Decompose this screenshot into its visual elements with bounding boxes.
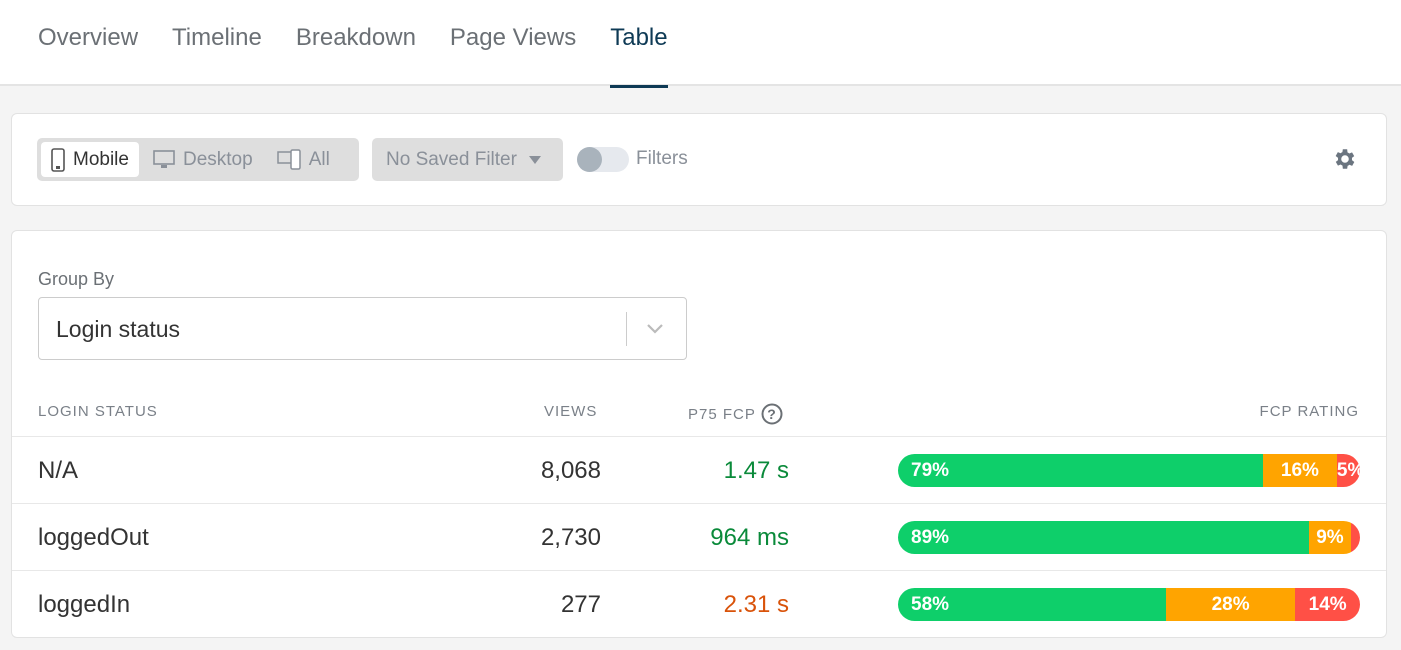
bar-good-segment: 79% [898, 454, 1263, 487]
tab-overview[interactable]: Overview [38, 0, 138, 86]
device-label: All [308, 148, 330, 170]
fcp-rating-bar: 58% 28% 14% [898, 588, 1360, 621]
table-row[interactable]: loggedIn 277 2.31 s 58% 28% 14% [12, 570, 1386, 637]
group-by-select[interactable]: Login status [38, 297, 687, 360]
tab-table[interactable]: Table [610, 0, 668, 88]
row-views: 277 [560, 591, 601, 618]
saved-filter-dropdown[interactable]: No Saved Filter [372, 138, 563, 181]
filters-toggle[interactable] [577, 147, 629, 172]
bar-poor-segment: 5% [1336, 454, 1360, 487]
gear-icon[interactable] [1332, 146, 1358, 172]
table-row[interactable]: N/A 8,068 1.47 s 79% 16% 5% [12, 436, 1386, 503]
bar-poor-segment [1350, 521, 1360, 554]
desktop-icon [153, 149, 175, 168]
filter-toolbar: Mobile Desktop All No Saved Filter Filte… [11, 113, 1387, 206]
device-label: Mobile [73, 148, 129, 170]
bar-good-segment: 89% [898, 521, 1310, 554]
tab-timeline[interactable]: Timeline [172, 0, 262, 86]
help-icon[interactable]: ? [761, 403, 783, 425]
caret-down-icon [528, 155, 541, 164]
row-name: loggedOut [38, 524, 149, 551]
table-card: Group By Login status LOGIN STATUS VIEWS… [11, 230, 1387, 638]
bar-needs-improvement-segment: 16% [1262, 454, 1337, 487]
tab-breakdown[interactable]: Breakdown [296, 0, 416, 86]
tab-bar: Overview Timeline Breakdown Page Views T… [0, 0, 1401, 88]
fcp-rating-bar: 79% 16% 5% [898, 454, 1360, 487]
table-row[interactable]: loggedOut 2,730 964 ms 89% 9% [12, 503, 1386, 570]
row-name: loggedIn [38, 591, 131, 618]
device-mobile-button[interactable]: Mobile [41, 142, 139, 177]
header-fcp-rating[interactable]: FCP RATING [1260, 403, 1359, 420]
header-login-status[interactable]: LOGIN STATUS [38, 403, 158, 420]
group-by-label: Group By [38, 269, 115, 289]
bar-poor-segment: 14% [1295, 588, 1360, 621]
toggle-knob [577, 147, 602, 172]
device-selector: Mobile Desktop All [37, 138, 359, 181]
device-label: Desktop [182, 148, 253, 170]
group-by-value: Login status [56, 316, 181, 342]
header-p75-label: P75 FCP [688, 406, 756, 423]
bar-needs-improvement-segment: 9% [1309, 521, 1351, 554]
filters-label: Filters [636, 148, 688, 169]
device-desktop-button[interactable]: Desktop [143, 142, 263, 177]
tab-page-views[interactable]: Page Views [450, 0, 576, 86]
row-views: 2,730 [540, 524, 601, 551]
all-devices-icon [276, 148, 301, 170]
svg-text:?: ? [767, 406, 777, 422]
device-all-button[interactable]: All [267, 142, 340, 177]
chevron-down-icon [647, 324, 663, 334]
header-p75-fcp[interactable]: P75 FCP ? [688, 403, 783, 425]
saved-filter-label: No Saved Filter [386, 148, 517, 170]
row-views: 8,068 [540, 457, 601, 484]
select-divider [626, 312, 627, 346]
bar-good-segment: 58% [898, 588, 1166, 621]
row-name: N/A [38, 457, 79, 484]
fcp-rating-bar: 89% 9% [898, 521, 1360, 554]
row-p75-fcp: 964 ms [710, 524, 789, 551]
header-views[interactable]: VIEWS [544, 403, 597, 420]
row-p75-fcp: 1.47 s [723, 457, 789, 484]
row-p75-fcp: 2.31 s [723, 591, 789, 618]
bar-needs-improvement-segment: 28% [1165, 588, 1296, 621]
mobile-icon [51, 147, 65, 172]
